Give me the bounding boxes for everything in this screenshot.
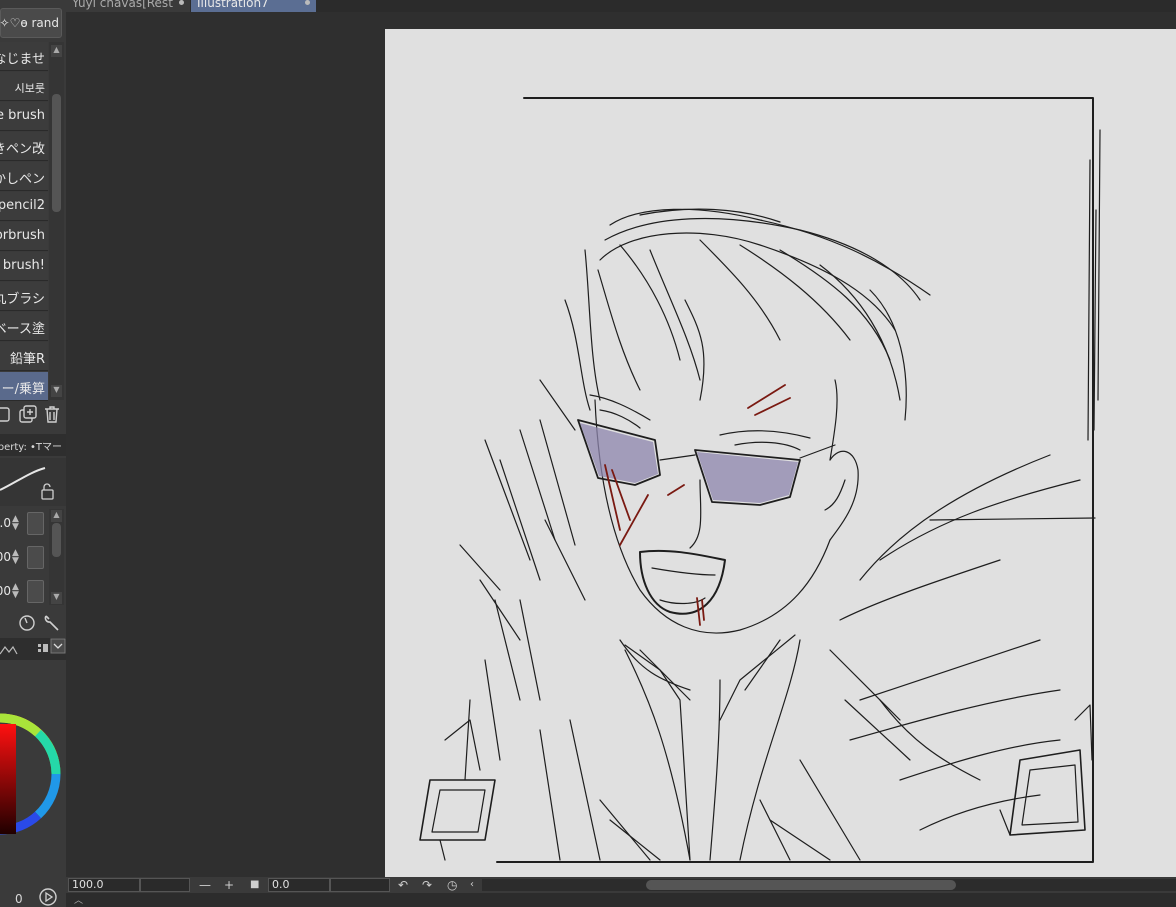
- color-wheel[interactable]: [0, 664, 66, 884]
- spin-icon[interactable]: ▲ ▼: [12, 515, 19, 532]
- brush-item[interactable]: なじませ: [0, 42, 48, 71]
- property-tools: [0, 610, 66, 636]
- tab-document[interactable]: Yuyi chavas[Rest: [66, 0, 190, 12]
- brush-item-selected[interactable]: ー/乗算: [0, 372, 48, 401]
- chevron-left-icon[interactable]: ‹: [470, 877, 474, 893]
- property-scrollbar[interactable]: ▲ ▼: [49, 509, 64, 605]
- brush-item-label: ー/乗算: [1, 382, 45, 397]
- tool-property-header: perty: •Tマー: [0, 434, 66, 456]
- brush-item-label: re brush: [0, 108, 45, 123]
- canvas-status-bar: 100.0 — + ■ 0.0 ↶ ↷ ◷ ‹: [66, 877, 1176, 893]
- brush-item-label: y brush!: [0, 258, 45, 273]
- scroll-down-icon[interactable]: ▼: [51, 385, 62, 397]
- chevron-down-icon[interactable]: [50, 638, 66, 654]
- tool-property-title: perty: •Tマー: [0, 442, 62, 453]
- add-icon[interactable]: [19, 405, 37, 423]
- color-wheel-graphic[interactable]: [0, 664, 66, 884]
- horizontal-scrollbar[interactable]: [482, 879, 1176, 891]
- scroll-down-icon[interactable]: ▼: [51, 592, 62, 604]
- color-panel-footer: 0: [0, 886, 66, 907]
- brush-set-header[interactable]: ✧♡ɵ rand: [0, 8, 62, 38]
- brush-item[interactable]: re brush: [0, 102, 48, 131]
- color-panel-tabs: [0, 638, 66, 660]
- stroke-preview: [0, 458, 66, 506]
- rotation-field[interactable]: 0.0: [268, 878, 330, 892]
- pressure-icon[interactable]: [27, 546, 44, 569]
- brush-item-label: なじませ: [0, 52, 45, 67]
- fit-icon[interactable]: ■: [250, 877, 259, 893]
- tab-label: Illustration7: [197, 0, 269, 10]
- duplicate-icon[interactable]: [0, 407, 10, 422]
- close-icon[interactable]: [179, 0, 184, 5]
- brush-set-label: ✧♡ɵ rand: [0, 16, 59, 30]
- canvas-workspace[interactable]: [66, 12, 1176, 877]
- brush-item-label: 시보룻: [14, 82, 45, 95]
- brush-item-label: きペン改: [0, 142, 45, 157]
- saturation-square[interactable]: [0, 724, 16, 834]
- rotation-slider[interactable]: [330, 878, 390, 892]
- scrollbar-thumb[interactable]: [52, 94, 61, 212]
- brush-item[interactable]: きペン改: [0, 132, 48, 161]
- expand-icon[interactable]: [27, 580, 44, 603]
- brush-item[interactable]: ベース塗: [0, 312, 48, 341]
- brush-item[interactable]: 鉛筆R: [0, 342, 48, 371]
- wrench-icon[interactable]: [44, 615, 59, 631]
- brush-list: なじませ 시보룻 re brush きペン改 かしペン pencil2 orbr…: [0, 42, 48, 401]
- scroll-up-icon[interactable]: ▲: [51, 45, 62, 57]
- spin-icon[interactable]: ▲ ▼: [12, 583, 19, 600]
- dial-icon[interactable]: [19, 615, 35, 631]
- stroke-preview-curve: [0, 467, 54, 500]
- brush-item-label: 鉛筆R: [9, 352, 45, 367]
- color-value: 0: [15, 892, 23, 906]
- tab-document-active[interactable]: Illustration7: [191, 0, 316, 12]
- brush-item-label: ベース塗: [0, 322, 45, 337]
- zoom-out-icon[interactable]: —: [199, 877, 211, 893]
- brush-toolbar-icons: [0, 405, 59, 423]
- color-history-tab-icon[interactable]: [38, 644, 48, 652]
- spin-icon[interactable]: ▲ ▼: [12, 549, 19, 566]
- close-icon[interactable]: [305, 0, 310, 5]
- property-tool-icons: [19, 615, 59, 631]
- redo-icon[interactable]: ↷: [422, 877, 432, 893]
- zoom-slider[interactable]: [140, 878, 190, 892]
- zoom-field[interactable]: 100.0: [68, 878, 140, 892]
- drawing-canvas[interactable]: [385, 29, 1176, 877]
- undo-icon[interactable]: ↶: [398, 877, 408, 893]
- play-icon[interactable]: [38, 887, 58, 907]
- brush-item-label: pencil2: [0, 198, 45, 213]
- brush-item-label: orbrush: [0, 228, 45, 243]
- brush-toolbar: [0, 402, 66, 428]
- property-value[interactable]: .0: [0, 516, 11, 530]
- scrollbar-thumb[interactable]: [52, 523, 61, 557]
- lock-icon[interactable]: [41, 483, 54, 500]
- sketch-artwork: [419, 97, 1101, 863]
- brush-item[interactable]: orbrush: [0, 222, 48, 251]
- brush-item[interactable]: y brush!: [0, 252, 48, 281]
- brush-item[interactable]: 시보룻: [0, 72, 48, 101]
- property-value[interactable]: 00: [0, 584, 11, 598]
- brush-item[interactable]: かしペン: [0, 162, 48, 191]
- color-set-tab-icon[interactable]: [0, 645, 18, 655]
- expand-icon[interactable]: [27, 512, 44, 535]
- brush-list-scrollbar[interactable]: ▲ ▼: [49, 42, 64, 400]
- brush-item[interactable]: pencil2: [0, 192, 48, 221]
- brush-item-label: 丸ブラシ: [0, 292, 45, 307]
- bottom-bar: ︿: [66, 893, 1176, 907]
- color-tab-icons: [0, 638, 66, 655]
- left-panel: ✧♡ɵ rand なじませ 시보룻 re brush きペン改 かしペン pen…: [0, 0, 66, 907]
- zoom-in-icon[interactable]: +: [224, 877, 234, 893]
- document-tab-bar: Yuyi chavas[Rest Illustration7: [66, 0, 1176, 12]
- brush-item-label: かしペン: [0, 172, 45, 187]
- reset-icon[interactable]: ◷: [447, 877, 457, 893]
- property-value[interactable]: 00: [0, 550, 11, 564]
- tab-label: Yuyi chavas[Rest: [72, 0, 173, 10]
- brush-item[interactable]: 丸ブラシ: [0, 282, 48, 311]
- scroll-up-icon[interactable]: ▲: [51, 510, 62, 522]
- trash-icon[interactable]: [45, 406, 59, 423]
- scrollbar-thumb[interactable]: [646, 880, 956, 890]
- chevron-up-icon[interactable]: ︿: [74, 893, 83, 906]
